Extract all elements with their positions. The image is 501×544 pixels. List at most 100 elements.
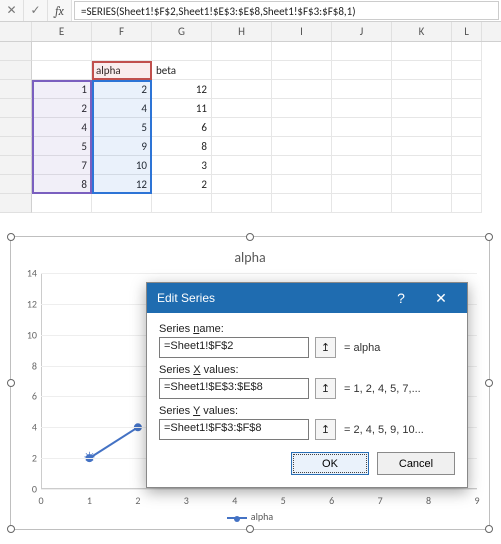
cell[interactable] bbox=[332, 42, 392, 61]
cell[interactable] bbox=[452, 137, 482, 156]
cell[interactable] bbox=[92, 194, 152, 213]
cell[interactable] bbox=[212, 99, 272, 118]
cell-header-alpha[interactable]: alpha bbox=[92, 61, 152, 80]
row-head[interactable] bbox=[0, 80, 32, 99]
cell[interactable] bbox=[32, 61, 92, 80]
cell[interactable] bbox=[32, 194, 92, 213]
cell[interactable] bbox=[452, 156, 482, 175]
cell[interactable] bbox=[212, 194, 272, 213]
cell[interactable]: 5 bbox=[32, 137, 92, 156]
cell[interactable] bbox=[272, 61, 332, 80]
collapse-ref-button[interactable]: ↥ bbox=[315, 378, 336, 399]
help-button[interactable]: ? bbox=[381, 283, 421, 313]
cell[interactable]: 12 bbox=[92, 175, 152, 194]
cell[interactable] bbox=[272, 118, 332, 137]
cell[interactable] bbox=[212, 137, 272, 156]
resize-handle[interactable] bbox=[246, 233, 254, 241]
cell[interactable] bbox=[452, 42, 482, 61]
cell[interactable] bbox=[272, 175, 332, 194]
cell[interactable] bbox=[332, 61, 392, 80]
cell[interactable] bbox=[212, 42, 272, 61]
cell[interactable]: 2 bbox=[92, 80, 152, 99]
cell[interactable] bbox=[392, 80, 452, 99]
col-head-I[interactable]: I bbox=[272, 22, 332, 41]
cell[interactable] bbox=[392, 137, 452, 156]
cell[interactable] bbox=[212, 61, 272, 80]
dialog-titlebar[interactable]: Edit Series ? ✕ bbox=[147, 283, 467, 313]
cell[interactable] bbox=[272, 99, 332, 118]
cell[interactable] bbox=[212, 80, 272, 99]
cell[interactable]: 3 bbox=[152, 156, 212, 175]
cell[interactable]: 1 bbox=[32, 80, 92, 99]
cell[interactable]: 9 bbox=[92, 137, 152, 156]
cancel-button[interactable]: Cancel bbox=[377, 452, 455, 475]
cell[interactable] bbox=[392, 156, 452, 175]
chart-legend[interactable]: alpha bbox=[11, 510, 489, 523]
row-head[interactable] bbox=[0, 118, 32, 137]
cell[interactable] bbox=[272, 137, 332, 156]
resize-handle[interactable] bbox=[7, 379, 15, 387]
cell[interactable] bbox=[392, 194, 452, 213]
resize-handle[interactable] bbox=[7, 525, 15, 533]
cell[interactable]: 4 bbox=[92, 99, 152, 118]
cell[interactable] bbox=[392, 175, 452, 194]
cell[interactable] bbox=[272, 80, 332, 99]
cell[interactable]: 2 bbox=[152, 175, 212, 194]
cell[interactable] bbox=[392, 61, 452, 80]
cell[interactable] bbox=[452, 175, 482, 194]
cell[interactable] bbox=[272, 194, 332, 213]
cell[interactable] bbox=[452, 61, 482, 80]
cell[interactable] bbox=[212, 156, 272, 175]
col-head-K[interactable]: K bbox=[392, 22, 452, 41]
cell[interactable] bbox=[212, 118, 272, 137]
resize-handle[interactable] bbox=[485, 379, 493, 387]
collapse-ref-button[interactable]: ↥ bbox=[315, 337, 336, 358]
chart-title[interactable]: alpha bbox=[11, 237, 489, 266]
series-x-input[interactable]: =Sheet1!$E$3:$E$8 bbox=[159, 378, 309, 399]
cell[interactable]: 8 bbox=[152, 137, 212, 156]
cell[interactable] bbox=[152, 194, 212, 213]
fx-button[interactable]: fx bbox=[48, 0, 72, 21]
col-head-E[interactable]: E bbox=[32, 22, 92, 41]
col-head-L[interactable]: L bbox=[452, 22, 482, 41]
resize-handle[interactable] bbox=[246, 525, 254, 533]
formula-cancel-button[interactable]: ✕ bbox=[0, 0, 24, 21]
cell[interactable]: 8 bbox=[32, 175, 92, 194]
collapse-ref-button[interactable]: ↥ bbox=[315, 419, 336, 440]
select-all-corner[interactable] bbox=[0, 22, 32, 41]
cell[interactable] bbox=[32, 42, 92, 61]
cell[interactable] bbox=[452, 194, 482, 213]
cell[interactable] bbox=[332, 156, 392, 175]
cell[interactable]: 5 bbox=[92, 118, 152, 137]
row-head[interactable] bbox=[0, 42, 32, 61]
col-head-H[interactable]: H bbox=[212, 22, 272, 41]
cell[interactable] bbox=[92, 42, 152, 61]
cell[interactable]: 2 bbox=[32, 99, 92, 118]
cell[interactable] bbox=[392, 42, 452, 61]
cell[interactable] bbox=[452, 99, 482, 118]
ok-button[interactable]: OK bbox=[291, 452, 369, 475]
cell[interactable] bbox=[452, 80, 482, 99]
cell[interactable] bbox=[332, 194, 392, 213]
cell[interactable] bbox=[392, 118, 452, 137]
series-name-input[interactable]: =Sheet1!$F$2 bbox=[159, 337, 309, 358]
resize-handle[interactable] bbox=[485, 233, 493, 241]
cell[interactable]: 7 bbox=[32, 156, 92, 175]
col-head-F[interactable]: F bbox=[92, 22, 152, 41]
cell[interactable] bbox=[332, 137, 392, 156]
formula-enter-button[interactable]: ✓ bbox=[24, 0, 48, 21]
col-head-J[interactable]: J bbox=[332, 22, 392, 41]
col-head-G[interactable]: G bbox=[152, 22, 212, 41]
resize-handle[interactable] bbox=[485, 525, 493, 533]
row-head[interactable] bbox=[0, 156, 32, 175]
formula-input[interactable]: =SERIES(Sheet1!$F$2,Sheet1!$E$3:$E$8,She… bbox=[74, 1, 499, 20]
cell[interactable]: 6 bbox=[152, 118, 212, 137]
cell[interactable] bbox=[212, 175, 272, 194]
cell[interactable] bbox=[272, 156, 332, 175]
cell-header-beta[interactable]: beta bbox=[152, 61, 212, 80]
cell[interactable]: 4 bbox=[32, 118, 92, 137]
sheet-grid[interactable]: alpha beta 1 2 12 2 4 11 4 5 6 5 9 8 7 1… bbox=[0, 42, 501, 232]
row-head[interactable] bbox=[0, 61, 32, 80]
cell[interactable] bbox=[332, 80, 392, 99]
row-head[interactable] bbox=[0, 175, 32, 194]
